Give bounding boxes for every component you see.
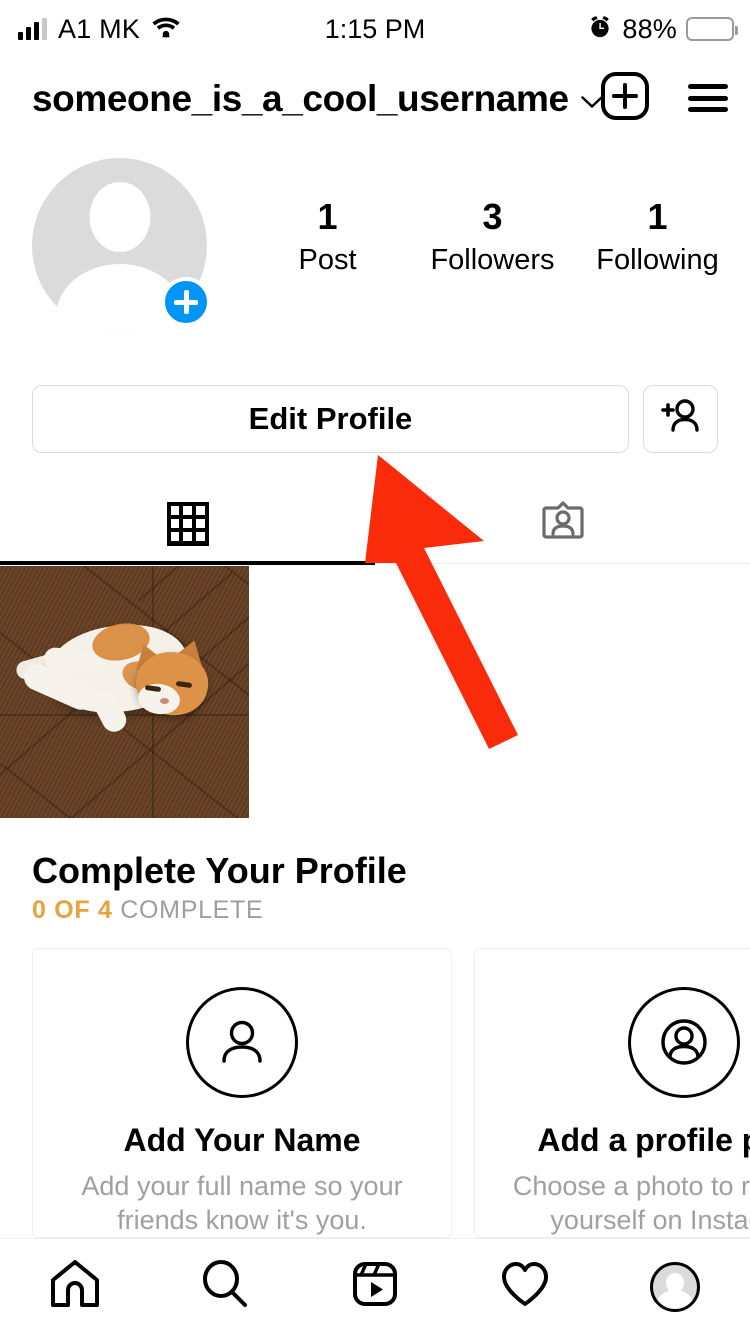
- nav-reels[interactable]: [300, 1257, 450, 1316]
- tab-tagged[interactable]: [375, 484, 750, 563]
- card-description: Choose a photo to represent yourself on …: [512, 1170, 750, 1235]
- add-person-icon: [660, 397, 702, 442]
- plus-box-icon[interactable]: [600, 71, 650, 126]
- grid-icon: [166, 501, 209, 546]
- profile-actions: Edit Profile: [32, 385, 718, 453]
- stat-followers[interactable]: 3 Followers: [413, 196, 573, 277]
- header-actions: [600, 71, 728, 126]
- username-switcher[interactable]: someone_is_a_cool_username: [32, 80, 603, 117]
- nav-search[interactable]: [150, 1257, 300, 1316]
- stat-label: Following: [596, 244, 719, 277]
- bottom-navigation: [0, 1238, 750, 1334]
- battery-icon: [686, 17, 738, 41]
- stat-following[interactable]: 1 Following: [578, 196, 738, 277]
- status-bar-right: 88%: [587, 0, 738, 58]
- status-bar: A1 MK 1:15 PM 88%: [0, 0, 750, 58]
- nav-activity[interactable]: [450, 1257, 600, 1316]
- profile-tabs: [0, 484, 750, 565]
- instagram-profile-screen: A1 MK 1:15 PM 88% someone_is_a_cool_user…: [0, 0, 750, 1334]
- post-empty-slot: [501, 566, 750, 818]
- heart-icon: [498, 1257, 552, 1316]
- post-thumbnail[interactable]: [0, 566, 249, 818]
- profile-header: someone_is_a_cool_username: [0, 58, 750, 138]
- stat-label: Followers: [430, 244, 555, 277]
- tab-grid[interactable]: [0, 484, 375, 565]
- profile-avatar-icon: [650, 1261, 700, 1312]
- card-add-your-name[interactable]: Add Your Name Add your full name so your…: [32, 948, 452, 1238]
- stat-value: 3: [482, 196, 503, 237]
- posts-grid: [0, 566, 750, 818]
- person-outline-icon: [186, 987, 298, 1098]
- cat-photo: [0, 566, 249, 818]
- stat-value: 1: [317, 196, 338, 237]
- progress-count: 0 OF 4: [32, 896, 113, 924]
- card-title: Add Your Name: [123, 1121, 361, 1158]
- profile-photo-icon: [628, 987, 740, 1098]
- hamburger-menu-icon[interactable]: [688, 84, 728, 112]
- card-title: Add a profile photo: [537, 1121, 750, 1158]
- card-add-profile-photo[interactable]: Add a profile photo Choose a photo to re…: [474, 948, 750, 1238]
- alarm-clock-icon: [587, 14, 613, 45]
- nav-profile[interactable]: [600, 1261, 750, 1312]
- profile-summary: 1 Post 3 Followers 1 Following: [0, 148, 750, 348]
- profile-stats: 1 Post 3 Followers 1 Following: [245, 196, 740, 277]
- edit-profile-button[interactable]: Edit Profile: [32, 385, 629, 453]
- username-label: someone_is_a_cool_username: [32, 77, 569, 119]
- post-empty-slot: [250, 566, 500, 818]
- plus-badge-icon[interactable]: [161, 277, 211, 327]
- complete-profile-progress: 0 OF 4 COMPLETE: [32, 896, 263, 925]
- nav-home[interactable]: [0, 1257, 150, 1316]
- stat-posts[interactable]: 1 Post: [248, 196, 408, 277]
- home-icon: [48, 1257, 102, 1316]
- discover-people-button[interactable]: [643, 385, 718, 453]
- complete-profile-title: Complete Your Profile: [32, 850, 407, 891]
- progress-word: COMPLETE: [120, 896, 264, 924]
- stat-label: Post: [298, 244, 357, 277]
- reels-icon: [348, 1257, 402, 1316]
- battery-percent-label: 88%: [622, 13, 677, 44]
- search-icon: [198, 1257, 252, 1316]
- complete-profile-cards: Add Your Name Add your full name so your…: [32, 948, 750, 1238]
- profile-avatar[interactable]: [32, 158, 211, 333]
- tagged-photos-icon: [540, 498, 586, 549]
- clock-label: 1:15 PM: [324, 13, 426, 44]
- card-description: Add your full name so your friends know …: [81, 1170, 403, 1235]
- stat-value: 1: [647, 196, 668, 237]
